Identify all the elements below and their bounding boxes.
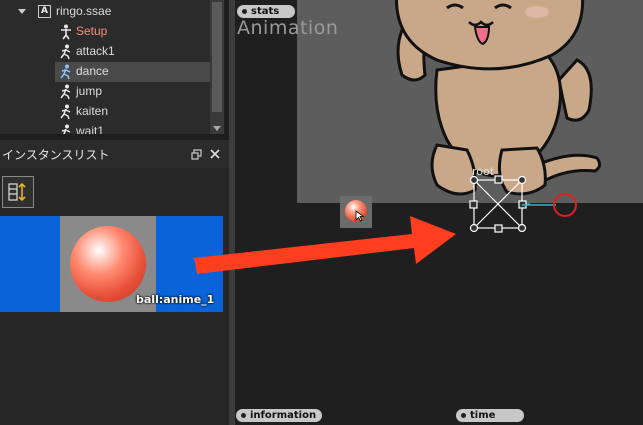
expand-chevron-icon[interactable] (18, 9, 26, 14)
drag-arrow-icon (194, 216, 456, 274)
running-figure-icon (61, 124, 71, 134)
instance-list-header: インスタンスリスト (0, 140, 229, 168)
tree-item-label: jump (76, 84, 103, 98)
tree-item-kaiten[interactable]: kaiten (0, 102, 210, 122)
float-window-icon[interactable] (191, 149, 202, 160)
tab-time[interactable]: time (456, 409, 524, 422)
running-figure-icon (60, 104, 71, 120)
scroll-down-icon[interactable] (213, 126, 221, 131)
viewport-title: Animation (237, 17, 339, 39)
animation-tree-panel: A ringo.ssae Setup attack1 dance jump ka… (0, 0, 224, 134)
close-icon[interactable] (210, 149, 220, 159)
root-transform-gizmo[interactable] (466, 172, 530, 234)
tree-item-attack1[interactable]: attack1 (0, 42, 210, 62)
tree-item-label: attack1 (76, 44, 115, 58)
tree-item-wait1[interactable]: wait1 (0, 122, 210, 134)
tree-item-label: kaiten (76, 104, 109, 118)
animation-file-icon: A (38, 5, 51, 18)
highlight-circle (553, 193, 577, 217)
running-figure-icon (60, 64, 71, 80)
bone-direction-line (522, 204, 556, 206)
tree-root-file[interactable]: A ringo.ssae (0, 2, 210, 22)
tree-root-label: ringo.ssae (56, 4, 112, 18)
ball-sprite-image (70, 226, 146, 302)
instance-list-title: インスタンスリスト (2, 148, 110, 162)
tree-item-label: dance (76, 64, 109, 78)
tab-information[interactable]: information (236, 409, 322, 422)
instance-item-label: ball:anime_1 (136, 293, 215, 306)
tree-scrollbar[interactable] (210, 0, 224, 134)
running-figure-icon (60, 84, 71, 100)
sort-order-icon (8, 182, 26, 202)
tree-item-jump[interactable]: jump (0, 82, 210, 102)
tree-item-label: wait1 (76, 124, 105, 134)
setup-figure-icon (61, 24, 71, 40)
tree-item-setup[interactable]: Setup (0, 22, 210, 42)
tree-item-dance[interactable]: dance (55, 62, 210, 82)
sort-order-button[interactable] (2, 176, 34, 208)
scrollbar-thumb[interactable] (212, 2, 222, 112)
tree-item-label: Setup (76, 24, 108, 38)
running-figure-icon (60, 44, 71, 60)
